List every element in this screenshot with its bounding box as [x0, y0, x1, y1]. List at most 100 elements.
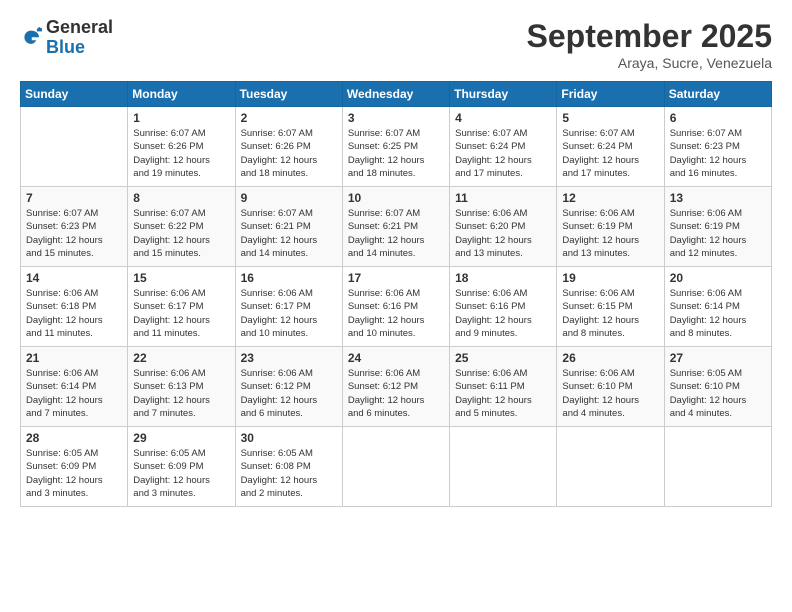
day-number: 25 — [455, 351, 551, 365]
day-cell: 6Sunrise: 6:07 AM Sunset: 6:23 PM Daylig… — [664, 107, 771, 187]
week-row-5: 28 Sunrise: 6:05 AM Sunset: 6:09 PM Dayli… — [21, 427, 772, 507]
day-info: Sunrise: 6:06 AM Sunset: 6:19 PM Dayligh… — [562, 207, 658, 260]
day-cell: 28Sunrise: 6:05 AM Sunset: 6:09 PM Dayli… — [21, 427, 128, 507]
day-info: Sunrise: 6:06 AM Sunset: 6:10 PM Dayligh… — [562, 367, 658, 420]
day-number: 19 — [562, 271, 658, 285]
day-number: 1 — [133, 111, 229, 125]
day-number: 14 — [26, 271, 122, 285]
day-cell: 11Sunrise: 6:06 AM Sunset: 6:20 PM Dayli… — [450, 187, 557, 267]
day-cell — [342, 427, 449, 507]
day-info: Sunrise: 6:06 AM Sunset: 6:14 PM Dayligh… — [670, 287, 766, 340]
day-number: 20 — [670, 271, 766, 285]
day-cell: 9Sunrise: 6:07 AM Sunset: 6:21 PM Daylig… — [235, 187, 342, 267]
day-number: 8 — [133, 191, 229, 205]
day-cell: 13 Sunrise: 6:06 AM Sunset: 6:19 PM Dayli… — [664, 187, 771, 267]
day-cell: 30 Sunrise: 6:05 AM Sunset: 6:08 PM Dayli… — [235, 427, 342, 507]
day-number: 10 — [348, 191, 444, 205]
day-cell: 16Sunrise: 6:06 AM Sunset: 6:17 PM Dayli… — [235, 267, 342, 347]
day-info: Sunrise: 6:05 AM Sunset: 6:10 PM Dayligh… — [670, 367, 766, 420]
day-number: 18 — [455, 271, 551, 285]
day-info: Sunrise: 6:06 AM Sunset: 6:12 PM Dayligh… — [241, 367, 337, 420]
day-cell: 27 Sunrise: 6:05 AM Sunset: 6:10 PM Dayli… — [664, 347, 771, 427]
day-cell: 21 Sunrise: 6:06 AM Sunset: 6:14 PM Dayli… — [21, 347, 128, 427]
col-saturday: Saturday — [664, 82, 771, 107]
day-number: 15 — [133, 271, 229, 285]
day-info: Sunrise: 6:06 AM Sunset: 6:20 PM Dayligh… — [455, 207, 551, 260]
day-cell: 20 Sunrise: 6:06 AM Sunset: 6:14 PM Dayli… — [664, 267, 771, 347]
week-row-2: 7Sunrise: 6:07 AM Sunset: 6:23 PM Daylig… — [21, 187, 772, 267]
day-cell: 18Sunrise: 6:06 AM Sunset: 6:16 PM Dayli… — [450, 267, 557, 347]
day-number: 13 — [670, 191, 766, 205]
day-cell: 23 Sunrise: 6:06 AM Sunset: 6:12 PM Dayli… — [235, 347, 342, 427]
day-cell — [450, 427, 557, 507]
day-info: Sunrise: 6:07 AM Sunset: 6:23 PM Dayligh… — [26, 207, 122, 260]
title-area: September 2025 Araya, Sucre, Venezuela — [527, 18, 772, 71]
day-info: Sunrise: 6:07 AM Sunset: 6:26 PM Dayligh… — [133, 127, 229, 180]
day-number: 4 — [455, 111, 551, 125]
logo-text: General Blue — [46, 18, 113, 58]
day-cell: 24 Sunrise: 6:06 AM Sunset: 6:12 PM Dayli… — [342, 347, 449, 427]
day-info: Sunrise: 6:06 AM Sunset: 6:16 PM Dayligh… — [348, 287, 444, 340]
day-info: Sunrise: 6:07 AM Sunset: 6:24 PM Dayligh… — [562, 127, 658, 180]
day-number: 30 — [241, 431, 337, 445]
day-info: Sunrise: 6:06 AM Sunset: 6:14 PM Dayligh… — [26, 367, 122, 420]
col-wednesday: Wednesday — [342, 82, 449, 107]
header: General Blue September 2025 Araya, Sucre… — [20, 18, 772, 71]
day-number: 17 — [348, 271, 444, 285]
col-monday: Monday — [128, 82, 235, 107]
location: Araya, Sucre, Venezuela — [527, 55, 772, 71]
day-cell: 10 Sunrise: 6:07 AM Sunset: 6:21 PM Dayli… — [342, 187, 449, 267]
logo-icon — [20, 27, 42, 49]
day-info: Sunrise: 6:06 AM Sunset: 6:12 PM Dayligh… — [348, 367, 444, 420]
day-cell: 22Sunrise: 6:06 AM Sunset: 6:13 PM Dayli… — [128, 347, 235, 427]
day-cell: 12 Sunrise: 6:06 AM Sunset: 6:19 PM Dayli… — [557, 187, 664, 267]
day-info: Sunrise: 6:06 AM Sunset: 6:17 PM Dayligh… — [133, 287, 229, 340]
col-friday: Friday — [557, 82, 664, 107]
day-number: 26 — [562, 351, 658, 365]
day-cell: 2Sunrise: 6:07 AM Sunset: 6:26 PM Daylig… — [235, 107, 342, 187]
day-cell — [557, 427, 664, 507]
col-tuesday: Tuesday — [235, 82, 342, 107]
day-info: Sunrise: 6:06 AM Sunset: 6:19 PM Dayligh… — [670, 207, 766, 260]
day-number: 28 — [26, 431, 122, 445]
day-cell: 29Sunrise: 6:05 AM Sunset: 6:09 PM Dayli… — [128, 427, 235, 507]
day-info: Sunrise: 6:07 AM Sunset: 6:22 PM Dayligh… — [133, 207, 229, 260]
col-sunday: Sunday — [21, 82, 128, 107]
day-cell: 1 Sunrise: 6:07 AM Sunset: 6:26 PM Daylig… — [128, 107, 235, 187]
week-row-4: 21 Sunrise: 6:06 AM Sunset: 6:14 PM Dayli… — [21, 347, 772, 427]
month-title: September 2025 — [527, 18, 772, 55]
day-info: Sunrise: 6:07 AM Sunset: 6:21 PM Dayligh… — [241, 207, 337, 260]
day-info: Sunrise: 6:06 AM Sunset: 6:17 PM Dayligh… — [241, 287, 337, 340]
day-cell: 5 Sunrise: 6:07 AM Sunset: 6:24 PM Daylig… — [557, 107, 664, 187]
day-cell: 8 Sunrise: 6:07 AM Sunset: 6:22 PM Daylig… — [128, 187, 235, 267]
day-number: 23 — [241, 351, 337, 365]
day-number: 3 — [348, 111, 444, 125]
day-info: Sunrise: 6:05 AM Sunset: 6:08 PM Dayligh… — [241, 447, 337, 500]
logo-blue-text: Blue — [46, 37, 85, 57]
day-number: 5 — [562, 111, 658, 125]
day-number: 24 — [348, 351, 444, 365]
day-cell: 4 Sunrise: 6:07 AM Sunset: 6:24 PM Daylig… — [450, 107, 557, 187]
page: General Blue September 2025 Araya, Sucre… — [0, 0, 792, 612]
day-cell: 7Sunrise: 6:07 AM Sunset: 6:23 PM Daylig… — [21, 187, 128, 267]
day-info: Sunrise: 6:06 AM Sunset: 6:11 PM Dayligh… — [455, 367, 551, 420]
day-info: Sunrise: 6:06 AM Sunset: 6:15 PM Dayligh… — [562, 287, 658, 340]
day-info: Sunrise: 6:07 AM Sunset: 6:25 PM Dayligh… — [348, 127, 444, 180]
logo-general-text: General — [46, 17, 113, 37]
day-number: 21 — [26, 351, 122, 365]
day-info: Sunrise: 6:05 AM Sunset: 6:09 PM Dayligh… — [133, 447, 229, 500]
day-info: Sunrise: 6:06 AM Sunset: 6:18 PM Dayligh… — [26, 287, 122, 340]
day-info: Sunrise: 6:07 AM Sunset: 6:21 PM Dayligh… — [348, 207, 444, 260]
day-info: Sunrise: 6:07 AM Sunset: 6:24 PM Dayligh… — [455, 127, 551, 180]
day-cell: 3 Sunrise: 6:07 AM Sunset: 6:25 PM Daylig… — [342, 107, 449, 187]
day-number: 2 — [241, 111, 337, 125]
logo: General Blue — [20, 18, 113, 58]
day-number: 27 — [670, 351, 766, 365]
day-number: 6 — [670, 111, 766, 125]
day-cell: 15 Sunrise: 6:06 AM Sunset: 6:17 PM Dayli… — [128, 267, 235, 347]
day-cell: 26 Sunrise: 6:06 AM Sunset: 6:10 PM Dayli… — [557, 347, 664, 427]
calendar: Sunday Monday Tuesday Wednesday Thursday… — [20, 81, 772, 507]
day-cell: 19 Sunrise: 6:06 AM Sunset: 6:15 PM Dayli… — [557, 267, 664, 347]
day-number: 12 — [562, 191, 658, 205]
day-info: Sunrise: 6:06 AM Sunset: 6:13 PM Dayligh… — [133, 367, 229, 420]
